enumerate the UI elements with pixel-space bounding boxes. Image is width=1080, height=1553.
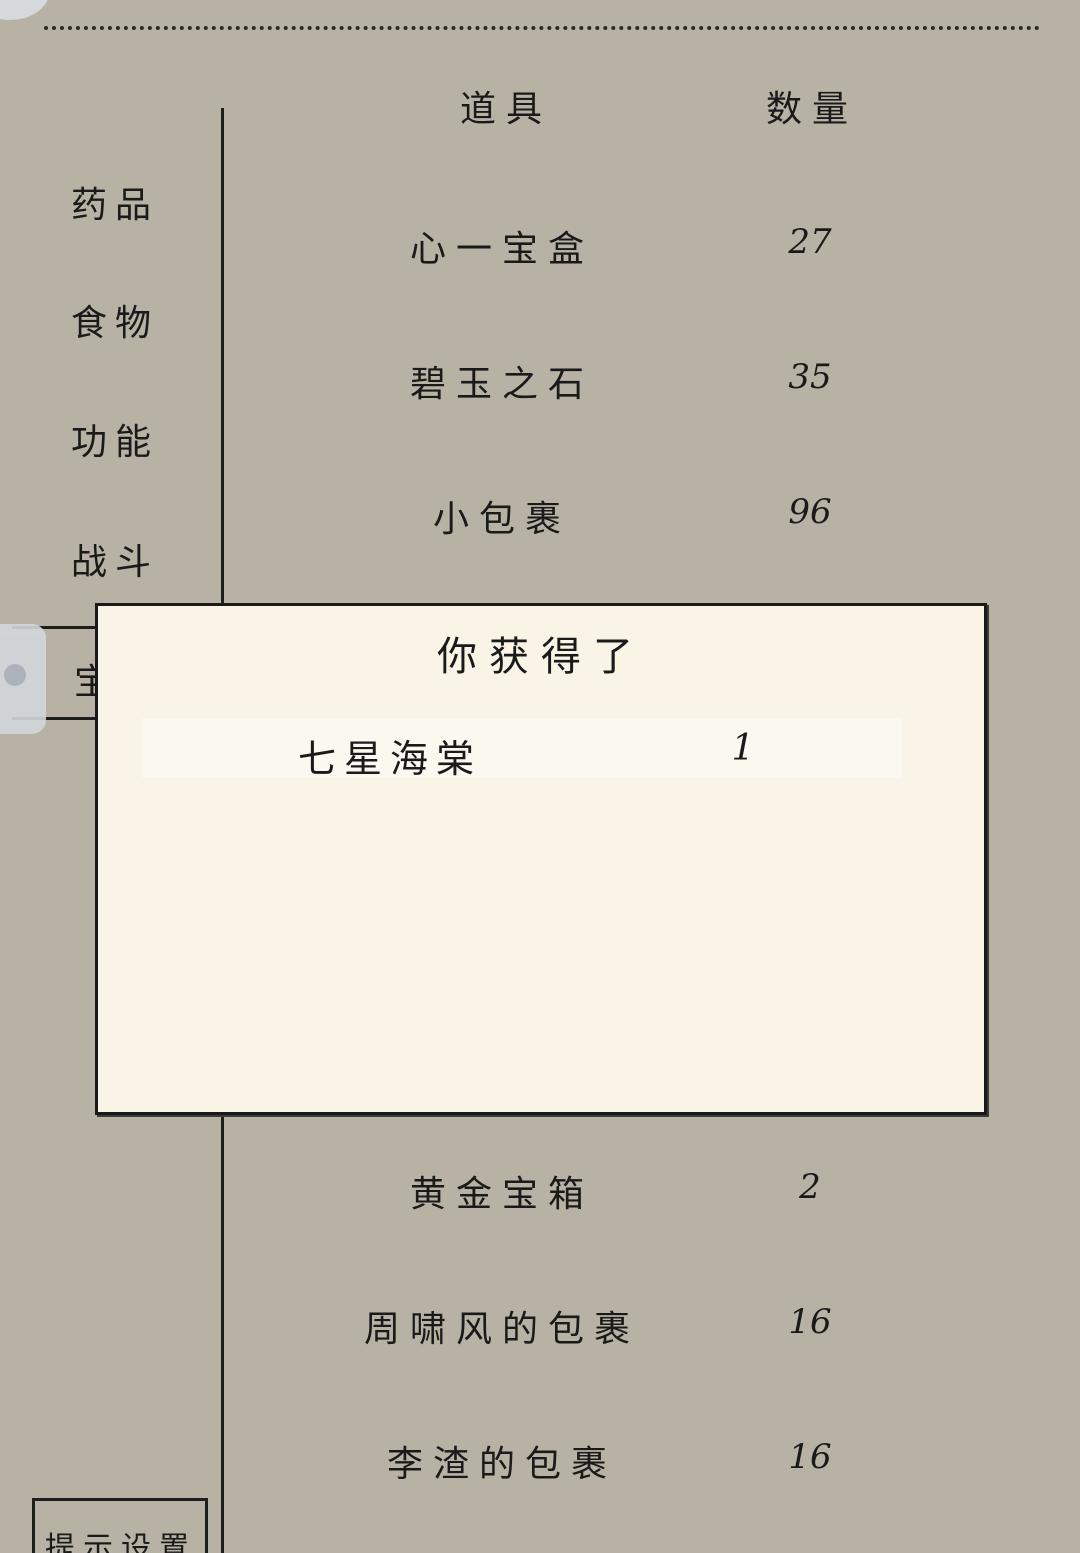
sidebar-item-label: 食物 — [70, 303, 159, 344]
item-quantity: 2 — [799, 1167, 821, 1207]
top-dotted-divider — [44, 26, 1040, 30]
item-quantity: 96 — [788, 492, 832, 532]
item-name: 小包裹 — [432, 499, 571, 540]
sidebar-item-label: 功能 — [70, 422, 159, 463]
column-header-item: 道具 — [460, 89, 553, 130]
inventory-screen: 药品 食物 功能 战斗 宝 道具 数量 心一宝盒 27 碧玉之石 35 小包裹 … — [0, 0, 1080, 1553]
item-name: 李渣的包裹 — [386, 1444, 617, 1485]
item-quantity: 16 — [788, 1437, 832, 1477]
item-name: 黄金宝箱 — [409, 1174, 594, 1215]
sidebar-item-label: 药品 — [70, 185, 159, 226]
item-quantity: 27 — [788, 222, 832, 262]
popup-item-quantity: 1 — [731, 728, 755, 769]
item-name: 碧玉之石 — [409, 364, 594, 405]
popup-item-name: 七星海棠 — [298, 737, 483, 781]
column-header-quantity: 数量 — [766, 89, 859, 130]
item-name: 心一宝盒 — [409, 229, 594, 270]
sidebar-item-battle[interactable]: 战斗 — [60, 533, 170, 585]
sidebar-item-medicine[interactable]: 药品 — [60, 176, 170, 228]
reward-popup[interactable]: 你获得了 七星海棠 1 — [95, 603, 987, 1115]
item-quantity: 16 — [788, 1302, 832, 1342]
item-quantity: 35 — [788, 357, 832, 397]
popup-item-row-highlight — [142, 718, 902, 778]
popup-title: 你获得了 — [437, 634, 645, 680]
hint-settings-label: 提示设置 — [45, 1531, 197, 1553]
item-name: 周啸风的包裹 — [363, 1309, 640, 1350]
sidebar-item-function[interactable]: 功能 — [60, 413, 170, 465]
floating-side-tab[interactable] — [0, 624, 46, 734]
corner-overlay-icon — [0, 0, 50, 20]
sidebar-item-label: 战斗 — [70, 542, 159, 583]
hint-settings-button[interactable]: 提示设置 — [32, 1498, 208, 1553]
sidebar-item-food[interactable]: 食物 — [60, 294, 170, 346]
